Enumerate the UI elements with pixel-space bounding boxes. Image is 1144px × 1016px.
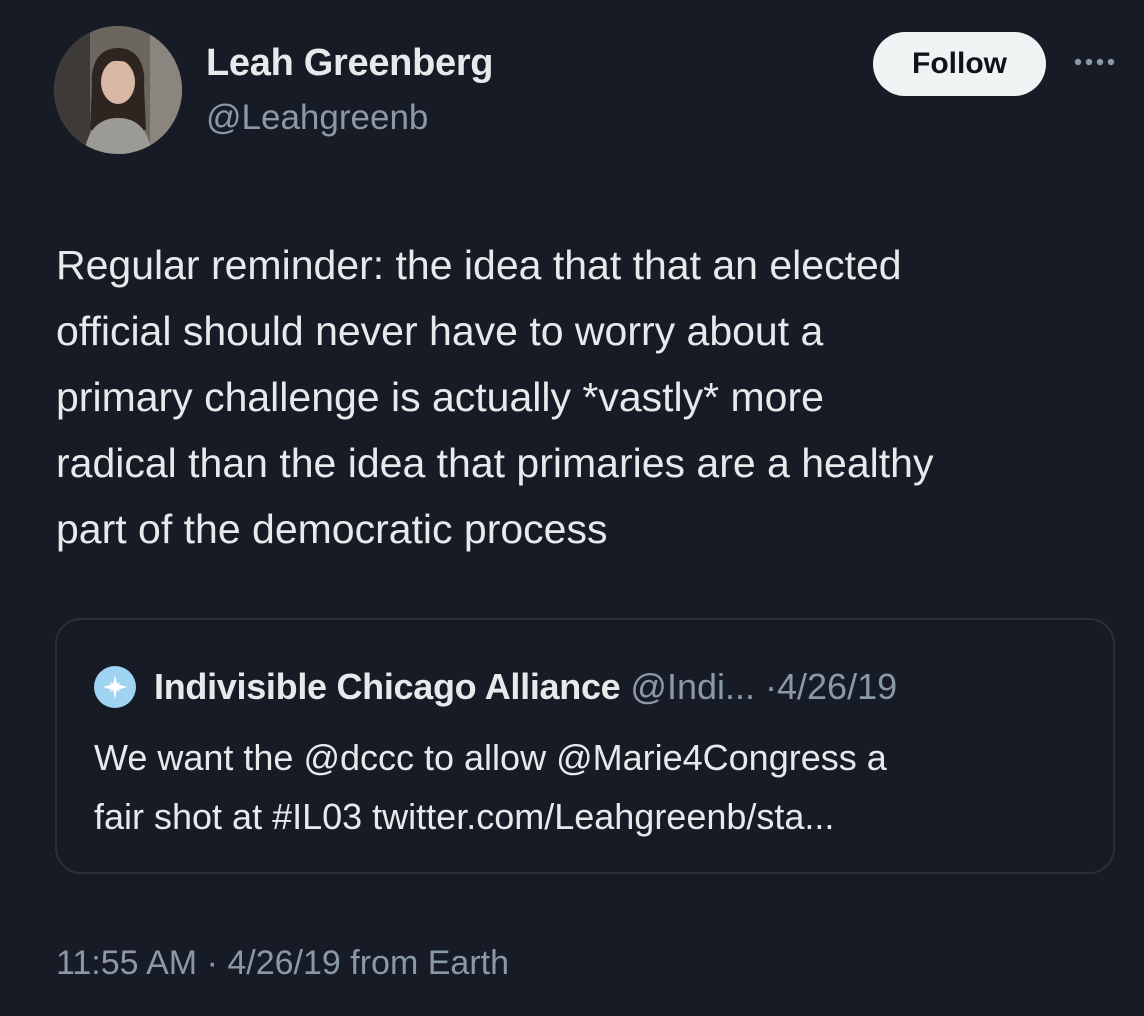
quoted-text: We want the @dccc to allow @Marie4Congre… [94, 728, 1094, 846]
author-avatar[interactable] [54, 26, 182, 154]
quoted-avatar[interactable] [94, 666, 136, 708]
tweet-text-line: official should never have to worry abou… [56, 308, 824, 354]
tweet-text-line: part of the democratic process [56, 506, 608, 552]
author-handle[interactable]: @Leahgreenb [206, 98, 428, 138]
tweet-text-line: radical than the idea that primaries are… [56, 440, 934, 486]
follow-button[interactable]: Follow [873, 32, 1046, 96]
tweet-date[interactable]: 4/26/19 [227, 944, 340, 982]
profile-photo-icon [54, 26, 182, 154]
quoted-header: Indivisible Chicago Alliance @Indi... ·4… [154, 664, 897, 710]
more-options-button[interactable] [1068, 48, 1124, 76]
author-name[interactable]: Leah Greenberg [206, 42, 494, 85]
quoted-author-handle[interactable]: @Indi... [630, 666, 755, 707]
tweet-text: Regular reminder: the idea that that an … [56, 232, 1126, 562]
tweet-time[interactable]: 11:55 AM [56, 944, 197, 982]
quoted-separator: · [765, 666, 778, 707]
tweet-card: Leah Greenberg @Leahgreenb Follow Regula… [0, 0, 1144, 1016]
star-logo-icon [103, 675, 127, 699]
quoted-author-name[interactable]: Indivisible Chicago Alliance [154, 666, 621, 707]
timestamp-separator: · [206, 944, 218, 982]
tweet-source: from Earth [350, 944, 509, 982]
tweet-text-line: primary challenge is actually *vastly* m… [56, 374, 824, 420]
tweet-text-line: Regular reminder: the idea that that an … [56, 242, 902, 288]
quoted-date[interactable]: 4/26/19 [777, 666, 897, 707]
more-horizontal-icon [1074, 58, 1115, 66]
quoted-tweet[interactable]: Indivisible Chicago Alliance @Indi... ·4… [55, 618, 1115, 874]
tweet-timestamp: 11:55 AM · 4/26/19 from Earth [56, 944, 509, 983]
quoted-text-line: fair shot at #IL03 twitter.com/Leahgreen… [94, 796, 835, 837]
quoted-text-line: We want the @dccc to allow @Marie4Congre… [94, 737, 887, 778]
